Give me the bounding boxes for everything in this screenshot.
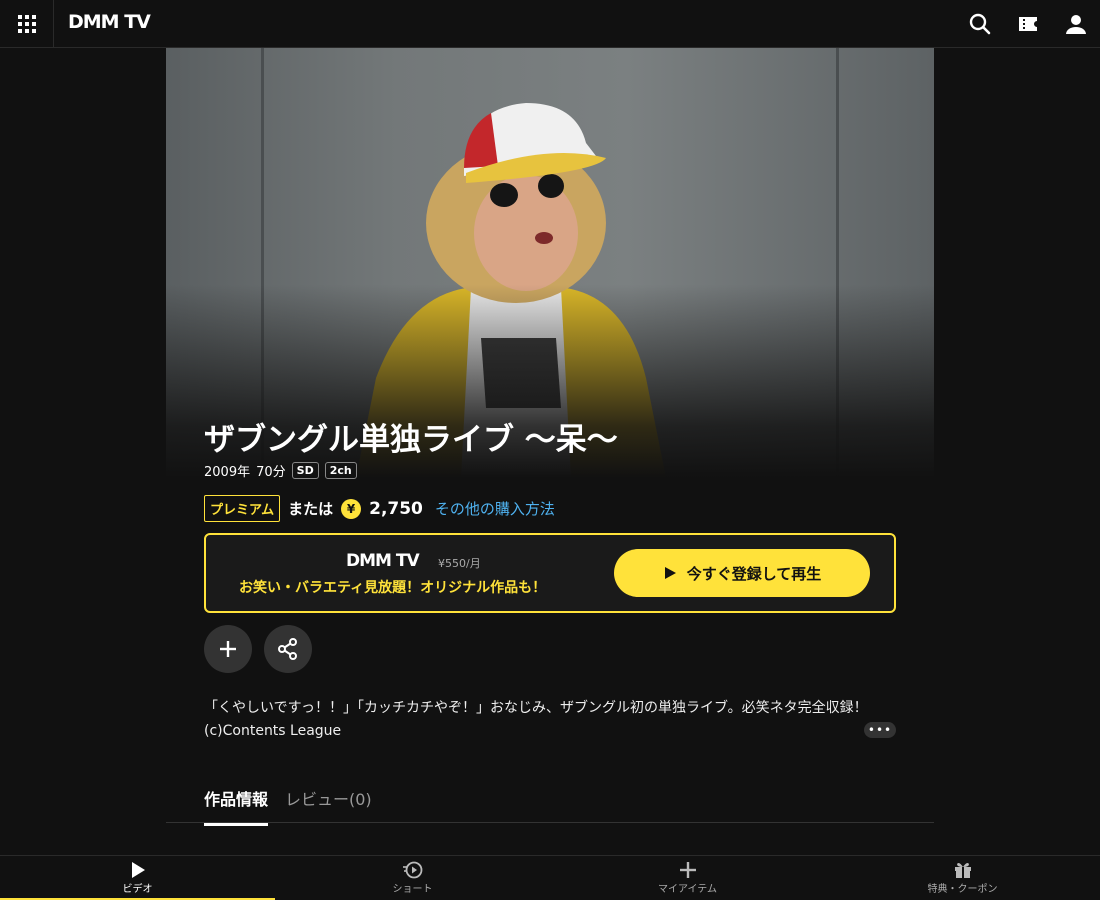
ticket-icon (1019, 17, 1037, 31)
nav-my-items[interactable]: マイアイテム (550, 856, 825, 900)
price-row: プレミアム または ¥ 2,750 その他の購入方法 (204, 495, 555, 522)
subscription-promo: DMM TV ¥550/月 お笑い・バラエティ見放題！オリジナル作品も！ 今すぐ… (204, 533, 896, 613)
add-to-list-button[interactable] (204, 625, 252, 673)
search-button[interactable] (967, 11, 993, 37)
tab-work-info[interactable]: 作品情報 (204, 786, 269, 826)
price: 2,750 (369, 498, 423, 519)
monthly-fee: ¥550/月 (438, 557, 481, 570)
other-purchase-link[interactable]: その他の購入方法 (435, 498, 555, 519)
audio-badge: 2ch (324, 462, 357, 479)
nav-video-label: ビデオ (122, 884, 153, 895)
quality-badge: SD (291, 462, 319, 479)
grid-menu-icon (17, 15, 36, 33)
account-button[interactable] (1063, 11, 1089, 37)
duration: 70分 (256, 465, 286, 480)
plus-icon (220, 641, 236, 657)
nav-my-items-label: マイアイテム (658, 884, 717, 895)
nav-short-label: ショート (392, 884, 433, 895)
nav-short[interactable]: ショート (275, 856, 550, 900)
description-text: 「くやしいですっ！！」「カッチカチやぞ！」おなじみ、ザブングル初の単独ライブ。必… (204, 700, 868, 716)
share-icon (278, 638, 297, 660)
tab-bar: 作品情報 レビュー(0) (166, 782, 934, 826)
nav-benefits-coupons[interactable]: 特典・クーポン (825, 856, 1100, 900)
search-icon (969, 13, 991, 35)
promo-logo: DMM TV (346, 551, 420, 571)
register-and-play-button[interactable]: 今すぐ登録して再生 (614, 549, 870, 597)
premium-badge: プレミアム (204, 495, 281, 522)
cta-label: 今すぐ登録して再生 (686, 564, 822, 583)
logo[interactable]: DMM TV (68, 11, 151, 33)
promo-text: お笑い・バラエティ見放題！オリジナル作品も！ (239, 580, 547, 596)
play-icon (664, 567, 676, 579)
page-title: ザブングル単独ライブ 〜呆〜 (204, 422, 618, 458)
copyright: (c)Contents League (204, 723, 342, 739)
description: 「くやしいですっ！！」「カッチカチやぞ！」おなじみ、ザブングル初の単独ライブ。必… (204, 697, 868, 743)
header: DMM TV (0, 0, 1100, 48)
user-icon (1066, 15, 1086, 34)
bottom-nav: ビデオ ショート マイアイテム 特典・クーポン (0, 855, 1100, 900)
tab-reviews[interactable]: レビュー(0) (285, 786, 372, 810)
meta-row: 2009年 70分 SD 2ch (204, 461, 357, 480)
share-button[interactable] (264, 625, 312, 673)
ticket-button[interactable] (1015, 11, 1041, 37)
grid-menu-button[interactable] (0, 0, 54, 48)
gift-icon (954, 863, 971, 878)
yen-icon: ¥ (341, 498, 362, 519)
release-year: 2009年 (204, 465, 251, 480)
plus-icon (679, 862, 696, 878)
short-icon (402, 861, 422, 879)
or-label: または (288, 500, 334, 518)
play-icon (131, 862, 145, 878)
nav-video[interactable]: ビデオ (0, 856, 275, 900)
more-button[interactable]: ••• (864, 722, 896, 738)
nav-benefits-label: 特典・クーポン (927, 884, 998, 895)
